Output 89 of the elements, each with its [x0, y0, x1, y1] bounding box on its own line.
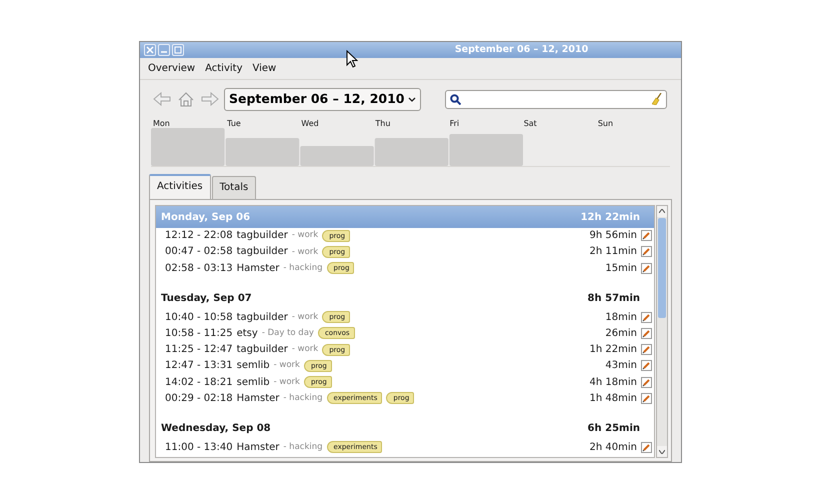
- window-title: September 06 – 12, 2010: [454, 42, 590, 57]
- day-title: Wednesday, Sep 08: [161, 422, 271, 436]
- maximize-icon: [174, 46, 182, 54]
- scroll-down-button[interactable]: [657, 446, 667, 457]
- activity-name: etsy: [236, 326, 258, 341]
- category-label: - work: [274, 376, 300, 388]
- day-label: Wed: [300, 118, 320, 129]
- duration: 18min: [605, 310, 637, 325]
- day-label: Mon: [152, 118, 171, 129]
- day-label: Fri: [448, 118, 460, 129]
- activity-name: semlib: [236, 376, 270, 390]
- category-label: - work: [292, 343, 318, 356]
- edit-icon[interactable]: [641, 246, 652, 258]
- category-label: - work: [292, 229, 318, 242]
- edit-icon[interactable]: [641, 328, 652, 339]
- maximize-button[interactable]: [172, 44, 184, 56]
- duration: 26min: [605, 326, 637, 341]
- close-icon: [146, 46, 154, 54]
- forward-arrow-icon: [201, 92, 219, 106]
- up-caret-icon: [659, 209, 665, 214]
- day-title: Tuesday, Sep 07: [161, 292, 252, 306]
- menu-item[interactable]: Activity: [201, 60, 246, 77]
- time-range: 12:12 - 22:08: [165, 229, 233, 244]
- edit-icon[interactable]: [641, 392, 652, 404]
- duration: 15min: [605, 262, 637, 276]
- time-range: 14:02 - 18:21: [165, 376, 233, 390]
- activity-name: Hamster: [236, 262, 280, 276]
- back-arrow-icon: [153, 92, 171, 106]
- menu-item[interactable]: View: [248, 60, 280, 77]
- edit-icon[interactable]: [641, 312, 652, 323]
- category-label: - work: [274, 359, 300, 372]
- time-range: 11:00 - 13:40: [165, 440, 233, 455]
- date-range-dropdown[interactable]: September 06 – 12, 2010: [224, 88, 422, 111]
- duration: 2h 40min: [590, 440, 637, 455]
- day-total: 12h 22min: [580, 210, 640, 224]
- edit-icon[interactable]: [641, 262, 652, 274]
- time-range: 10:58 - 11:25: [165, 326, 233, 341]
- activity-name: tagbuilder: [236, 343, 288, 358]
- duration: 1h 48min: [590, 392, 637, 406]
- minimize-button[interactable]: [158, 44, 170, 56]
- category-label: - work: [292, 310, 318, 324]
- scrollbar-thumb[interactable]: [658, 218, 666, 318]
- day-label: Sun: [596, 118, 614, 129]
- duration: 4h 18min: [590, 376, 637, 390]
- category-label: - hacking: [283, 392, 323, 405]
- caret-icon: [408, 96, 416, 102]
- activity-name: Hamster: [236, 440, 280, 455]
- time-range: 10:40 - 10:58: [165, 310, 233, 325]
- time-range: 00:47 - 02:58: [165, 245, 233, 260]
- activity-name: tagbuilder: [236, 245, 288, 260]
- activity-name: Hamster: [236, 392, 280, 406]
- day-label: Sat: [522, 118, 538, 129]
- home-icon: [178, 92, 194, 107]
- time-range: 00:29 - 02:18: [165, 392, 233, 406]
- tab[interactable]: Activities: [149, 174, 211, 199]
- edit-icon[interactable]: [641, 442, 652, 453]
- time-range: 11:25 - 12:47: [165, 343, 233, 358]
- edit-icon[interactable]: [641, 344, 652, 356]
- time-range: 02:58 - 03:13: [165, 262, 233, 276]
- duration: 43min: [605, 359, 637, 374]
- mouse-pointer-icon: [346, 50, 358, 68]
- category-label: - work: [292, 246, 318, 258]
- search-icon: [450, 94, 461, 105]
- day-total: 6h 25min: [588, 422, 640, 436]
- category-label: - Day to day: [262, 327, 314, 340]
- scrollbar[interactable]: [656, 204, 668, 458]
- day-total: 8h 57min: [588, 292, 640, 306]
- activity-name: tagbuilder: [236, 310, 288, 325]
- time-range: 12:47 - 13:31: [165, 359, 233, 374]
- edit-icon[interactable]: [641, 360, 652, 372]
- category-label: - hacking: [283, 441, 323, 454]
- scroll-up-button[interactable]: [657, 206, 667, 217]
- day-label: Tue: [226, 118, 242, 129]
- edit-icon[interactable]: [641, 230, 652, 242]
- activity-name: tagbuilder: [236, 229, 288, 244]
- tab[interactable]: Totals: [212, 176, 256, 199]
- menu-item[interactable]: Overview: [144, 60, 200, 77]
- duration: 9h 56min: [590, 229, 637, 244]
- duration: 1h 22min: [590, 343, 637, 358]
- search-field[interactable]: [445, 90, 667, 109]
- day-title: Monday, Sep 06: [161, 210, 250, 224]
- day-label: Thu: [374, 118, 392, 129]
- down-caret-icon: [659, 450, 665, 454]
- broom-icon[interactable]: [652, 93, 662, 106]
- duration: 2h 11min: [590, 245, 637, 260]
- edit-icon[interactable]: [641, 376, 652, 388]
- close-button[interactable]: [144, 44, 156, 56]
- activity-name: semlib: [236, 359, 270, 374]
- category-label: - hacking: [283, 262, 323, 274]
